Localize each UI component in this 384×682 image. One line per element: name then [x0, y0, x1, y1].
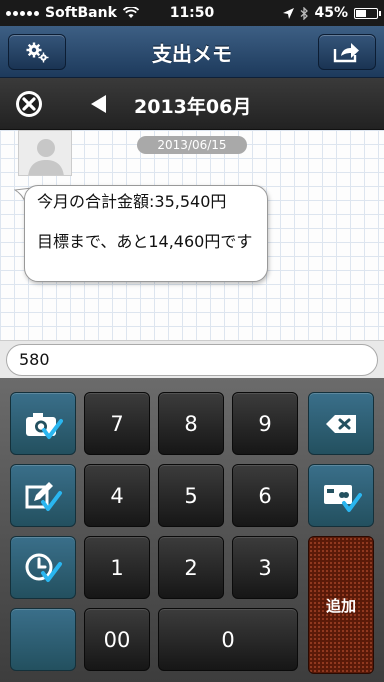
memo-edit-button[interactable]: [10, 464, 76, 527]
key-1[interactable]: 1: [84, 536, 150, 599]
share-icon: [333, 43, 359, 63]
key-2[interactable]: 2: [158, 536, 224, 599]
settings-button[interactable]: [8, 34, 66, 70]
key-6[interactable]: 6: [232, 464, 298, 527]
card-icon: [324, 484, 362, 512]
bluetooth-icon: [301, 6, 309, 20]
prev-month-button[interactable]: [91, 95, 106, 113]
amount-input[interactable]: 580: [6, 344, 378, 376]
status-bar: SoftBank 11:50 45%: [0, 0, 384, 26]
clock-icon: [25, 553, 62, 582]
page-title: 支出メモ: [152, 42, 232, 66]
nav-bar: 支出メモ: [0, 26, 384, 78]
key-00[interactable]: 00: [84, 608, 150, 671]
keypad: 7 8 9 4 5 6 1 2 3 追加 00 0: [0, 378, 384, 682]
month-label: 2013年06月: [134, 96, 252, 118]
person-silhouette-icon: [19, 131, 71, 175]
message-total: 今月の合計金額:35,540円: [37, 192, 227, 211]
chat-area: 2013/06/15 今月の合計金額:35,540円 目標まで、あと14,460…: [0, 130, 384, 340]
message-remaining: 目標まで、あと14,460円です: [37, 232, 253, 251]
key-0[interactable]: 0: [158, 608, 298, 671]
battery-icon: [354, 7, 381, 19]
month-bar: 2013年06月: [0, 78, 384, 130]
message-bubble: 今月の合計金額:35,540円 目標まで、あと14,460円です: [24, 185, 268, 282]
edit-icon: [25, 481, 62, 511]
battery-percent: 45%: [314, 5, 348, 21]
share-button[interactable]: [318, 34, 376, 70]
camera-button[interactable]: [10, 392, 76, 455]
key-5[interactable]: 5: [158, 464, 224, 527]
key-4[interactable]: 4: [84, 464, 150, 527]
key-8[interactable]: 8: [158, 392, 224, 455]
history-button[interactable]: [10, 536, 76, 599]
camera-icon: [26, 412, 63, 439]
backspace-icon: [326, 414, 356, 433]
card-button[interactable]: [308, 464, 374, 527]
key-3[interactable]: 3: [232, 536, 298, 599]
blank-function-key[interactable]: [10, 608, 76, 671]
key-7[interactable]: 7: [84, 392, 150, 455]
add-button[interactable]: 追加: [308, 536, 374, 674]
key-9[interactable]: 9: [232, 392, 298, 455]
signal-icon: [6, 10, 39, 16]
carrier-name: SoftBank: [45, 5, 117, 21]
backspace-button[interactable]: [308, 392, 374, 455]
gear-icon: [26, 42, 49, 63]
date-label: 2013/06/15: [137, 136, 247, 154]
location-arrow-icon: [283, 7, 295, 19]
avatar: [18, 130, 72, 176]
close-icon[interactable]: [14, 89, 44, 119]
wifi-icon: [122, 7, 139, 18]
input-bar: 580: [0, 340, 384, 378]
